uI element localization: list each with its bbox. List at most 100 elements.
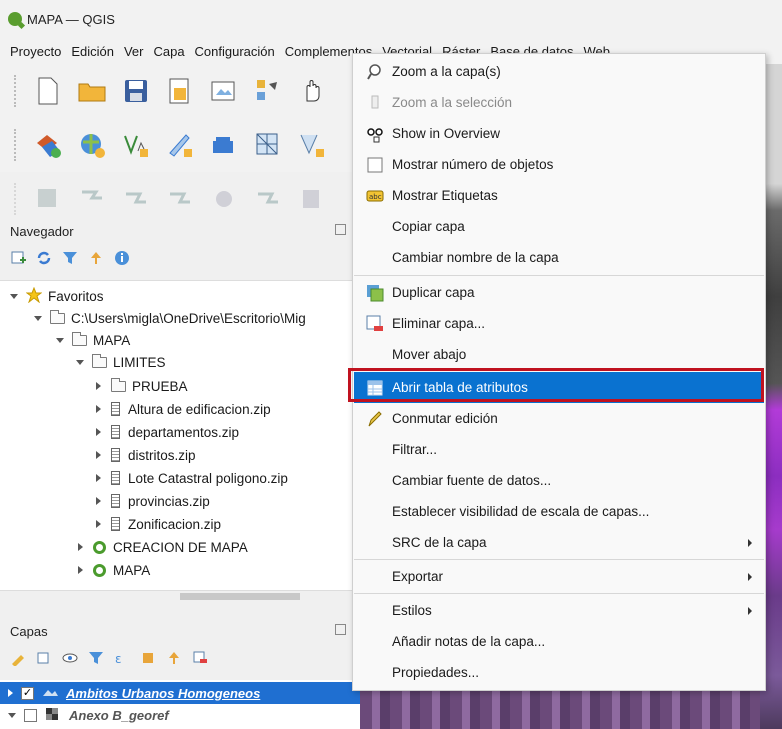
add-mesh-layer-icon[interactable]	[252, 129, 284, 161]
menu-item-duplicate-layer[interactable]: Duplicar capa	[354, 277, 764, 308]
new-print-layout-icon[interactable]	[164, 75, 196, 107]
menu-item-rename-layer[interactable]: Cambiar nombre de la capa	[354, 242, 764, 273]
expand-arrow-icon[interactable]	[96, 497, 101, 505]
filter-expression-icon[interactable]: ε	[114, 650, 130, 669]
edit-features-icon[interactable]	[32, 183, 64, 215]
tree-item-user-folder[interactable]: C:\Users\migla\OneDrive\Escritorio\Mig	[34, 307, 306, 329]
menu-item-properties[interactable]: Propiedades...	[354, 657, 764, 688]
checkbox-icon	[366, 156, 384, 174]
layer-row[interactable]: ✓ Ambitos Urbanos Homogeneos	[0, 682, 360, 704]
tree-item-limites-folder[interactable]: LIMITES	[76, 351, 166, 373]
layout-manager-icon[interactable]	[208, 75, 240, 107]
add-group-icon[interactable]	[36, 650, 52, 669]
tree-item-qgis-project[interactable]: CREACION DE MAPA	[78, 536, 248, 558]
menu-item-move-down[interactable]: Mover abajo	[354, 339, 764, 370]
menu-item-layer-crs[interactable]: SRC de la capa	[354, 527, 764, 558]
style-manager-icon[interactable]	[252, 75, 284, 107]
paste-features-icon[interactable]	[296, 183, 328, 215]
vertex-tool-icon[interactable]	[120, 183, 152, 215]
tree-item-favoritos[interactable]: Favoritos	[10, 285, 104, 307]
tree-item-label: LIMITES	[113, 354, 166, 370]
menu-ver[interactable]: Ver	[119, 44, 149, 59]
expand-arrow-icon[interactable]	[96, 520, 101, 528]
pan-map-icon[interactable]	[296, 75, 328, 107]
float-panel-icon[interactable]	[335, 224, 346, 235]
menu-item-change-data-source[interactable]: Cambiar fuente de datos...	[354, 465, 764, 496]
manage-visibility-icon[interactable]	[62, 650, 78, 669]
menu-proyecto[interactable]: Proyecto	[5, 44, 66, 59]
menu-item-open-attribute-table[interactable]: Abrir tabla de atributos	[354, 372, 764, 403]
menu-item-show-in-overview[interactable]: Show in Overview	[354, 118, 764, 149]
layer-visibility-checkbox[interactable]	[24, 708, 37, 722]
tree-item-qgis-project[interactable]: MAPA	[78, 559, 150, 581]
layer-row[interactable]: Anexo B_georef	[0, 704, 360, 726]
menu-configuracion[interactable]: Configuración	[190, 44, 280, 59]
expand-arrow-icon[interactable]	[8, 689, 13, 697]
new-geopackage-icon[interactable]	[208, 129, 240, 161]
tree-item-zip[interactable]: provincias.zip	[96, 490, 210, 512]
float-panel-icon[interactable]	[335, 624, 346, 635]
expand-arrow-icon[interactable]	[96, 405, 101, 413]
collapse-all-layers-icon[interactable]	[166, 650, 182, 669]
tree-item-mapa-folder[interactable]: MAPA	[56, 329, 130, 351]
menu-item-add-layer-notes[interactable]: Añadir notas de la capa...	[354, 626, 764, 657]
menu-item-copy-layer[interactable]: Copiar capa	[354, 211, 764, 242]
expand-arrow-icon[interactable]	[96, 428, 101, 436]
tree-item-zip[interactable]: Lote Catastral poligono.zip	[96, 467, 288, 489]
menu-capa[interactable]: Capa	[148, 44, 189, 59]
expand-all-icon[interactable]	[140, 650, 156, 669]
menu-item-set-scale-visibility[interactable]: Establecer visibilidad de escala de capa…	[354, 496, 764, 527]
expand-arrow-icon[interactable]	[78, 543, 83, 551]
copy-features-icon[interactable]	[252, 183, 284, 215]
new-project-icon[interactable]	[32, 75, 64, 107]
expand-arrow-icon[interactable]	[76, 359, 84, 365]
menu-item-zoom-to-layer[interactable]: Zoom a la capa(s)	[354, 56, 764, 87]
expand-arrow-icon[interactable]	[56, 337, 64, 343]
tree-item-zip[interactable]: Zonificacion.zip	[96, 513, 221, 535]
add-selected-layers-icon[interactable]	[10, 250, 26, 269]
style-panel-icon[interactable]	[10, 650, 26, 669]
add-virtual-layer-icon[interactable]	[296, 129, 328, 161]
expand-arrow-icon[interactable]	[96, 474, 101, 482]
browser-horizontal-scrollbar[interactable]	[0, 590, 360, 602]
tree-item-zip[interactable]: distritos.zip	[96, 444, 196, 466]
tree-item-prueba-folder[interactable]: PRUEBA	[96, 375, 188, 397]
expand-arrow-icon[interactable]	[78, 566, 83, 574]
new-shapefile-icon[interactable]	[164, 129, 196, 161]
expand-arrow-icon[interactable]	[8, 712, 16, 718]
menu-item-show-feature-count[interactable]: Mostrar número de objetos	[354, 149, 764, 180]
scrollbar-thumb[interactable]	[180, 593, 300, 600]
tree-item-zip[interactable]: Altura de edificacion.zip	[96, 398, 271, 420]
toolbar-grip[interactable]	[14, 75, 18, 107]
toolbar-grip[interactable]	[14, 129, 18, 161]
remove-layer-icon[interactable]	[192, 650, 208, 669]
menu-edicion[interactable]: Edición	[66, 44, 119, 59]
toolbar-grip[interactable]	[14, 183, 18, 215]
tree-item-zip[interactable]: departamentos.zip	[96, 421, 239, 443]
expand-arrow-icon[interactable]	[10, 293, 18, 299]
menu-item-remove-layer[interactable]: Eliminar capa...	[354, 308, 764, 339]
filter-icon[interactable]	[62, 250, 78, 269]
menu-item-zoom-to-selection[interactable]: Zoom a la selección	[354, 87, 764, 118]
menu-item-filter[interactable]: Filtrar...	[354, 434, 764, 465]
add-feature-icon[interactable]	[76, 183, 108, 215]
filter-legend-icon[interactable]	[88, 650, 104, 669]
cut-features-icon[interactable]	[208, 183, 240, 215]
save-project-icon[interactable]	[120, 75, 152, 107]
expand-arrow-icon[interactable]	[34, 315, 42, 321]
menu-item-styles[interactable]: Estilos	[354, 595, 764, 626]
layer-visibility-checkbox[interactable]: ✓	[21, 686, 34, 700]
open-project-icon[interactable]	[76, 75, 108, 107]
data-source-manager-icon[interactable]	[32, 129, 64, 161]
delete-selected-icon[interactable]	[164, 183, 196, 215]
add-wms-layer-icon[interactable]	[76, 129, 108, 161]
expand-arrow-icon[interactable]	[96, 382, 101, 390]
add-vector-layer-icon[interactable]	[120, 129, 152, 161]
menu-item-export[interactable]: Exportar	[354, 561, 764, 592]
refresh-icon[interactable]	[36, 250, 52, 269]
collapse-all-icon[interactable]	[88, 250, 104, 269]
properties-info-icon[interactable]	[114, 250, 130, 269]
menu-item-toggle-editing[interactable]: Conmutar edición	[354, 403, 764, 434]
menu-item-show-labels[interactable]: abc Mostrar Etiquetas	[354, 180, 764, 211]
expand-arrow-icon[interactable]	[96, 451, 101, 459]
